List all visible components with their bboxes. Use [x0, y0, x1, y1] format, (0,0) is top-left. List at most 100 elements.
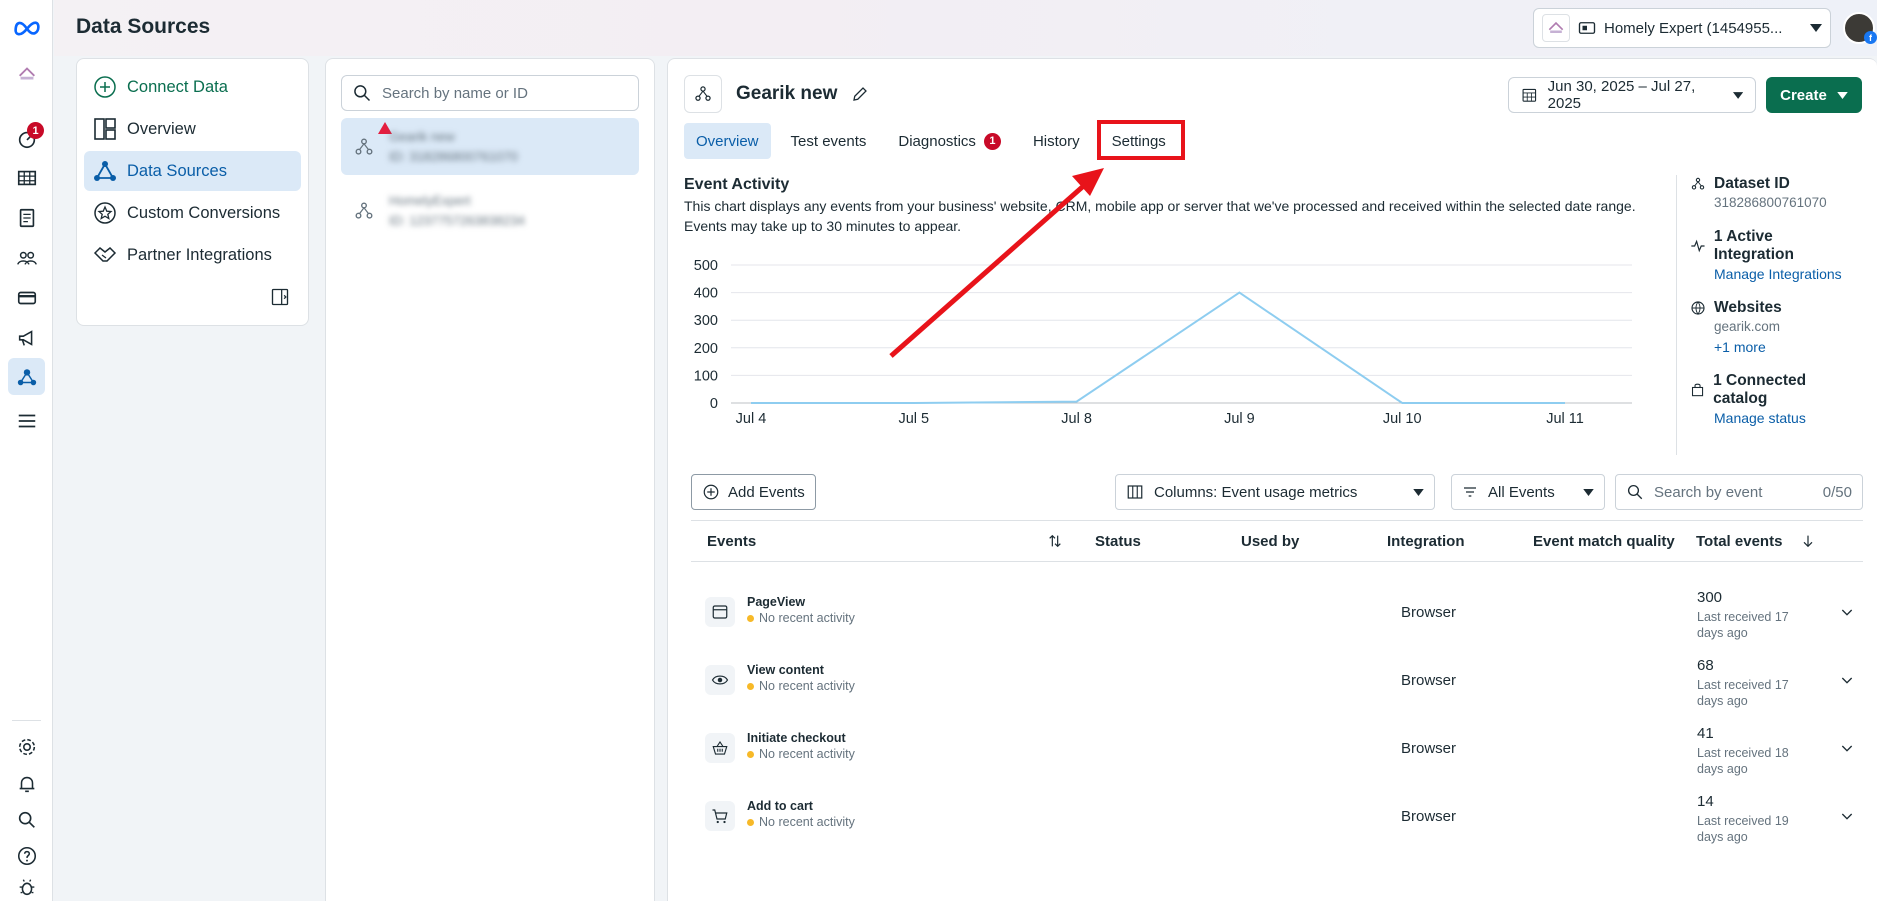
facebook-icon: f [1864, 31, 1877, 44]
business-logo-icon[interactable] [8, 55, 45, 92]
manage-status-link[interactable]: Manage status [1714, 408, 1856, 428]
column-header-status[interactable]: Status [1095, 533, 1141, 550]
billing-icon[interactable] [8, 279, 45, 316]
events-manager-icon[interactable] [8, 358, 45, 395]
reports-icon[interactable] [8, 199, 45, 236]
add-events-label: Add Events [728, 483, 805, 501]
activity-status: No recent activity [759, 679, 855, 693]
settings-gear-icon[interactable] [8, 728, 45, 765]
bug-report-icon[interactable] [8, 873, 45, 901]
nav-card: Connect Data Overview Data Sources Custo… [76, 58, 309, 326]
table-row[interactable]: Add to cart No recent activity Browser 1… [691, 783, 1863, 851]
chevron-down-icon[interactable] [1839, 672, 1855, 688]
activity-status: No recent activity [759, 747, 855, 761]
chevron-down-icon[interactable] [1839, 740, 1855, 756]
star-badge-icon [94, 202, 116, 224]
source-id: ID: 318286800761070 [389, 148, 518, 164]
x-tick-label: Jul 4 [736, 411, 767, 427]
ad-account-icon [1578, 22, 1596, 34]
nav-item-partner-integrations[interactable]: Partner Integrations [84, 235, 301, 275]
sort-icon[interactable] [1047, 533, 1063, 549]
plus-circle-icon [703, 484, 719, 500]
connect-data-label: Connect Data [127, 77, 228, 96]
tab-label: Overview [696, 132, 759, 150]
chevron-down-icon[interactable] [1839, 604, 1855, 620]
list-item[interactable]: HomelyExpert ID: 1237757263838234 [341, 182, 639, 239]
y-tick-label: 400 [694, 286, 718, 302]
y-tick-label: 300 [694, 313, 718, 329]
source-search-input[interactable]: Search by name or ID [341, 75, 639, 111]
total-events-value: 41 [1697, 725, 1714, 742]
column-header-integration[interactable]: Integration [1387, 533, 1465, 550]
y-tick-label: 0 [710, 396, 718, 412]
nav-item-label: Partner Integrations [127, 245, 272, 264]
catalog-bag-icon [1691, 383, 1704, 397]
dataset-icon [355, 202, 373, 219]
avatar[interactable]: f [1843, 12, 1877, 44]
rail-divider [12, 720, 41, 721]
event-search-input[interactable]: Search by event 0/50 [1615, 474, 1863, 510]
activity-status: No recent activity [759, 611, 855, 625]
table-icon[interactable] [8, 159, 45, 196]
manage-integrations-link[interactable]: Manage Integrations [1714, 264, 1856, 284]
columns-select[interactable]: Columns: Event usage metrics [1115, 474, 1435, 510]
event-filter-select[interactable]: All Events [1451, 474, 1605, 510]
tab-overview[interactable]: Overview [684, 123, 771, 159]
last-received: Last received 19 days ago [1697, 814, 1789, 844]
source-name: HomelyExpert [389, 192, 471, 208]
notification-badge: 1 [27, 122, 44, 139]
dataset-id-value: 318286800761070 [1714, 195, 1827, 210]
dashboard-icon[interactable]: 1 [8, 120, 45, 157]
integration-value: Browser [1401, 672, 1457, 689]
chevron-down-icon[interactable] [1839, 808, 1855, 824]
search-icon [354, 85, 371, 102]
sort-descending-icon[interactable] [1800, 533, 1816, 549]
ads-megaphone-icon[interactable] [8, 319, 45, 356]
table-row[interactable]: View content No recent activity Browser … [691, 647, 1863, 715]
page-title: Data Sources [76, 15, 211, 38]
filter-label: All Events [1488, 483, 1555, 501]
menu-icon[interactable] [8, 402, 45, 439]
list-item[interactable]: Gearik new ID: 318286800761070 [341, 118, 639, 175]
more-websites-link[interactable]: +1 more [1714, 337, 1856, 357]
audiences-icon[interactable] [8, 239, 45, 276]
nav-item-custom-conversions[interactable]: Custom Conversions [84, 193, 301, 233]
tab-diagnostics[interactable]: Diagnostics 1 [886, 123, 1013, 159]
last-received: Last received 17 days ago [1697, 678, 1789, 708]
source-id: ID: 1237757263838234 [389, 212, 525, 228]
create-button[interactable]: Create [1766, 77, 1862, 113]
total-events-value: 300 [1697, 589, 1723, 606]
add-events-button[interactable]: Add Events [691, 474, 816, 510]
event-search-placeholder: Search by event [1654, 483, 1763, 501]
calendar-icon [1522, 88, 1537, 102]
date-range-picker[interactable]: Jun 30, 2025 – Jul 27, 2025 [1508, 77, 1756, 113]
nav-item-overview[interactable]: Overview [84, 109, 301, 149]
eye-icon [705, 665, 735, 695]
column-header-used-by[interactable]: Used by [1241, 533, 1299, 550]
events-table-header: Events Status Used by Integration Event … [691, 520, 1863, 562]
account-switcher[interactable]: Homely Expert (1454955... [1533, 8, 1831, 48]
connect-data-button[interactable]: Connect Data [84, 67, 301, 107]
websites-label: Websites [1714, 299, 1782, 316]
search-icon[interactable] [8, 801, 45, 838]
meta-logo-icon[interactable] [8, 8, 45, 45]
nav-item-data-sources[interactable]: Data Sources [84, 151, 301, 191]
plus-circle-icon [94, 76, 116, 98]
dataset-icon [1691, 177, 1705, 190]
settings-tab-highlight [1097, 120, 1185, 160]
edit-pencil-icon[interactable] [851, 85, 869, 103]
table-row[interactable]: Initiate checkout No recent activity Bro… [691, 715, 1863, 783]
last-received: Last received 18 days ago [1697, 746, 1789, 776]
column-header-total-events[interactable]: Total events [1696, 533, 1782, 550]
table-row[interactable]: PageView No recent activity Browser 300 … [691, 579, 1863, 647]
y-tick-label: 500 [694, 258, 718, 274]
column-header-match-quality[interactable]: Event match quality [1533, 533, 1675, 550]
notifications-bell-icon[interactable] [8, 765, 45, 802]
caret-down-icon [1583, 488, 1594, 496]
column-header-events[interactable]: Events [707, 533, 756, 550]
collapse-panel-icon[interactable] [270, 287, 290, 310]
tab-history[interactable]: History [1021, 123, 1092, 159]
tab-test-events[interactable]: Test events [779, 123, 879, 159]
last-received: Last received 17 days ago [1697, 610, 1789, 640]
help-icon[interactable] [8, 837, 45, 874]
